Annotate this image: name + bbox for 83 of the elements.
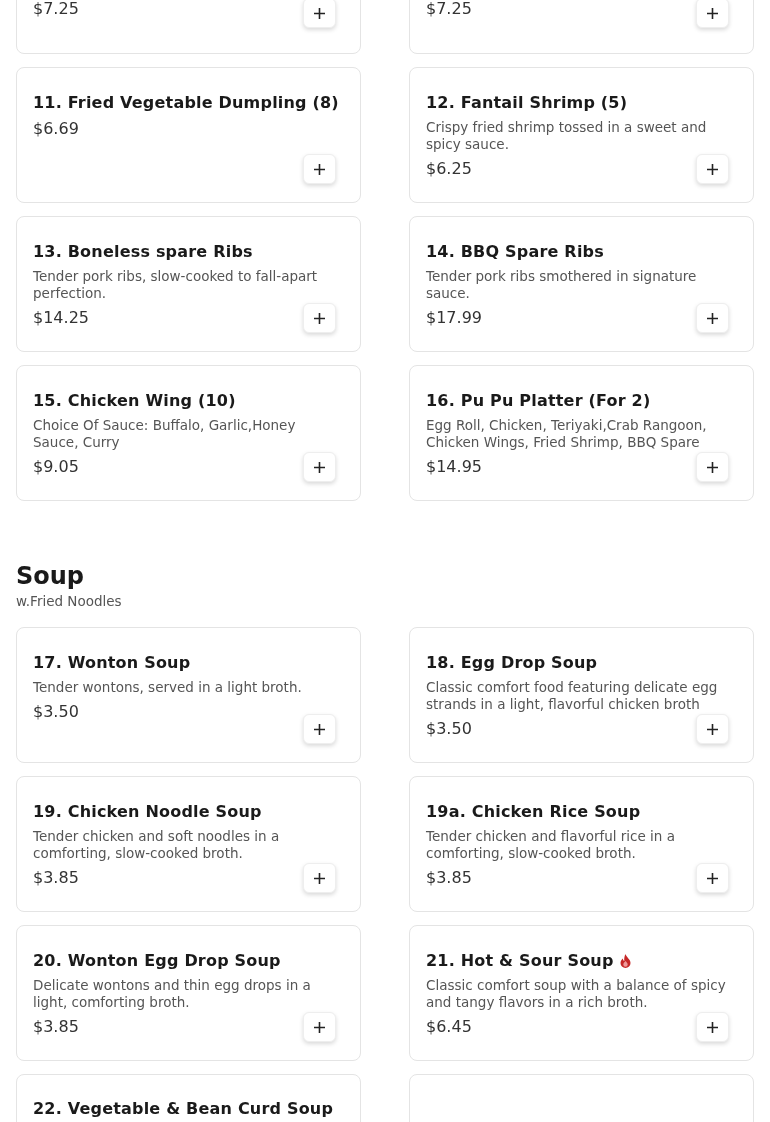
plus-icon: [707, 163, 718, 175]
add-button[interactable]: [696, 1012, 729, 1042]
add-button[interactable]: [696, 452, 729, 482]
plus-icon: [707, 7, 718, 19]
item-price: $7.25: [33, 0, 79, 19]
item-price: $3.50: [426, 719, 472, 739]
item-name: 16. Pu Pu Platter (For 2): [426, 391, 651, 411]
add-button[interactable]: [303, 714, 336, 744]
plus-icon: [314, 7, 325, 19]
add-button[interactable]: [696, 714, 729, 744]
plus-icon: [314, 163, 325, 175]
plus-icon: [707, 312, 718, 324]
section-subtitle: w.Fried Noodles: [16, 593, 123, 609]
item-name: 19. Chicken Noodle Soup: [33, 802, 262, 822]
menu-item-card[interactable]: 21. Hot & Sour Soup Classic comfort soup with a balance of spicy and tangy flavors in a rich broth. $6.45: [409, 925, 754, 1061]
menu-item-card[interactable]: 14. BBQ Spare Ribs Tender pork ribs smothered in signature sauce. $17.99: [409, 216, 754, 352]
item-price: $7.25: [426, 0, 472, 19]
plus-icon: [314, 461, 325, 473]
menu-item-card[interactable]: 20. Wonton Egg Drop Soup Delicate wontons and thin egg drops in a light, comforting broth. $3.85: [16, 925, 361, 1061]
item-description: Tender chicken and soft noodles in a comforting, slow-cooked broth.: [33, 828, 281, 862]
plus-icon: [314, 1021, 325, 1033]
item-price: $6.45: [426, 1017, 472, 1037]
menu-item-card[interactable]: 17. Wonton Soup Tender wontons, served in a light broth. $3.50: [16, 627, 361, 763]
item-description: Tender pork ribs, slow-cooked to fall-apart perfection.: [33, 268, 319, 302]
item-price: $6.69: [33, 119, 79, 139]
item-description: Egg Roll, Chicken, Teriyaki,Crab Rangoon, Chicken Wings, Fried Shrimp, BBQ Spare: [426, 417, 708, 451]
item-description: Tender pork ribs smothered in signature sauce.: [426, 268, 698, 302]
item-price: $3.85: [33, 868, 79, 888]
menu-item-card[interactable]: 19a. Chicken Rice Soup Tender chicken and flavorful rice in a comforting, slow-cooked broth. $3.85: [409, 776, 754, 912]
plus-icon: [707, 872, 718, 884]
add-button[interactable]: [303, 863, 336, 893]
item-name: 14. BBQ Spare Ribs: [426, 242, 604, 262]
item-description: Crispy fried shrimp tossed in a sweet and spicy sauce.: [426, 119, 708, 153]
item-name: 12. Fantail Shrimp (5): [426, 93, 628, 113]
menu-item-card[interactable]: 22. Vegetable & Bean Curd Soup: [16, 1074, 361, 1122]
plus-icon: [314, 723, 325, 735]
plus-icon: [707, 1021, 718, 1033]
menu-item-card[interactable]: 16. Pu Pu Platter (For 2) Egg Roll, Chicken, Teriyaki,Crab Rangoon, Chicken Wings, Fried Shrimp, BBQ Spare $14.95: [409, 365, 754, 501]
item-name: 22. Vegetable & Bean Curd Soup: [33, 1099, 334, 1119]
item-name: 19a. Chicken Rice Soup: [426, 802, 641, 822]
item-name: 20. Wonton Egg Drop Soup: [33, 951, 281, 971]
item-price: $3.50: [33, 702, 79, 722]
add-button[interactable]: [303, 303, 336, 333]
add-button[interactable]: [696, 303, 729, 333]
item-price: $9.05: [33, 457, 79, 477]
item-name: 15. Chicken Wing (10): [33, 391, 236, 411]
add-button[interactable]: [303, 0, 336, 28]
plus-icon: [314, 872, 325, 884]
item-price: $14.25: [33, 308, 89, 328]
add-button[interactable]: [303, 1012, 336, 1042]
menu-item-card[interactable]: 18. Egg Drop Soup Classic comfort food featuring delicate egg strands in a light, flavorful chicken broth $3.50: [409, 627, 754, 763]
plus-icon: [707, 723, 718, 735]
item-price: $3.85: [33, 1017, 79, 1037]
item-price: $14.95: [426, 457, 482, 477]
menu-item-card[interactable]: $7.25: [16, 0, 361, 54]
menu-item-card[interactable]: 12. Fantail Shrimp (5) Crispy fried shrimp tossed in a sweet and spicy sauce. $6.25: [409, 67, 754, 203]
menu-item-card[interactable]: 19. Chicken Noodle Soup Tender chicken and soft noodles in a comforting, slow-cooked broth. $3.85: [16, 776, 361, 912]
add-button[interactable]: [696, 154, 729, 184]
item-name: 18. Egg Drop Soup: [426, 653, 598, 673]
item-name: 11. Fried Vegetable Dumpling (8): [33, 93, 339, 113]
item-name: 13. Boneless spare Ribs: [33, 242, 253, 262]
item-name: 17. Wonton Soup: [33, 653, 191, 673]
plus-icon: [314, 312, 325, 324]
add-button[interactable]: [303, 154, 336, 184]
section-title: Soup: [16, 561, 86, 591]
item-description: Classic comfort soup with a balance of spicy and tangy flavors in a rich broth.: [426, 977, 727, 1011]
item-description: Choice Of Sauce: Buffalo, Garlic,Honey Sauce, Curry: [33, 417, 297, 451]
item-price: $3.85: [426, 868, 472, 888]
item-description: Delicate wontons and thin egg drops in a light, comforting broth.: [33, 977, 312, 1011]
item-price: $6.25: [426, 159, 472, 179]
item-price: $17.99: [426, 308, 482, 328]
menu-item-card[interactable]: 11. Fried Vegetable Dumpling (8) $6.69: [16, 67, 361, 203]
item-description: Classic comfort food featuring delicate egg strands in a light, flavorful chicken broth: [426, 679, 719, 713]
item-description: Tender wontons, served in a light broth.: [33, 679, 303, 696]
add-button[interactable]: [696, 0, 729, 28]
menu-item-card[interactable]: 13. Boneless spare Ribs Tender pork ribs, slow-cooked to fall-apart perfection. $14.25: [16, 216, 361, 352]
item-description: Tender chicken and flavorful rice in a comforting, slow-cooked broth.: [426, 828, 676, 862]
menu-item-card[interactable]: 15. Chicken Wing (10) Choice Of Sauce: Buffalo, Garlic,Honey Sauce, Curry $9.05: [16, 365, 361, 501]
add-button[interactable]: [303, 452, 336, 482]
item-name: 21. Hot & Sour Soup: [426, 951, 614, 971]
menu-item-card[interactable]: $7.25: [409, 0, 754, 54]
add-button[interactable]: [696, 863, 729, 893]
plus-icon: [707, 461, 718, 473]
